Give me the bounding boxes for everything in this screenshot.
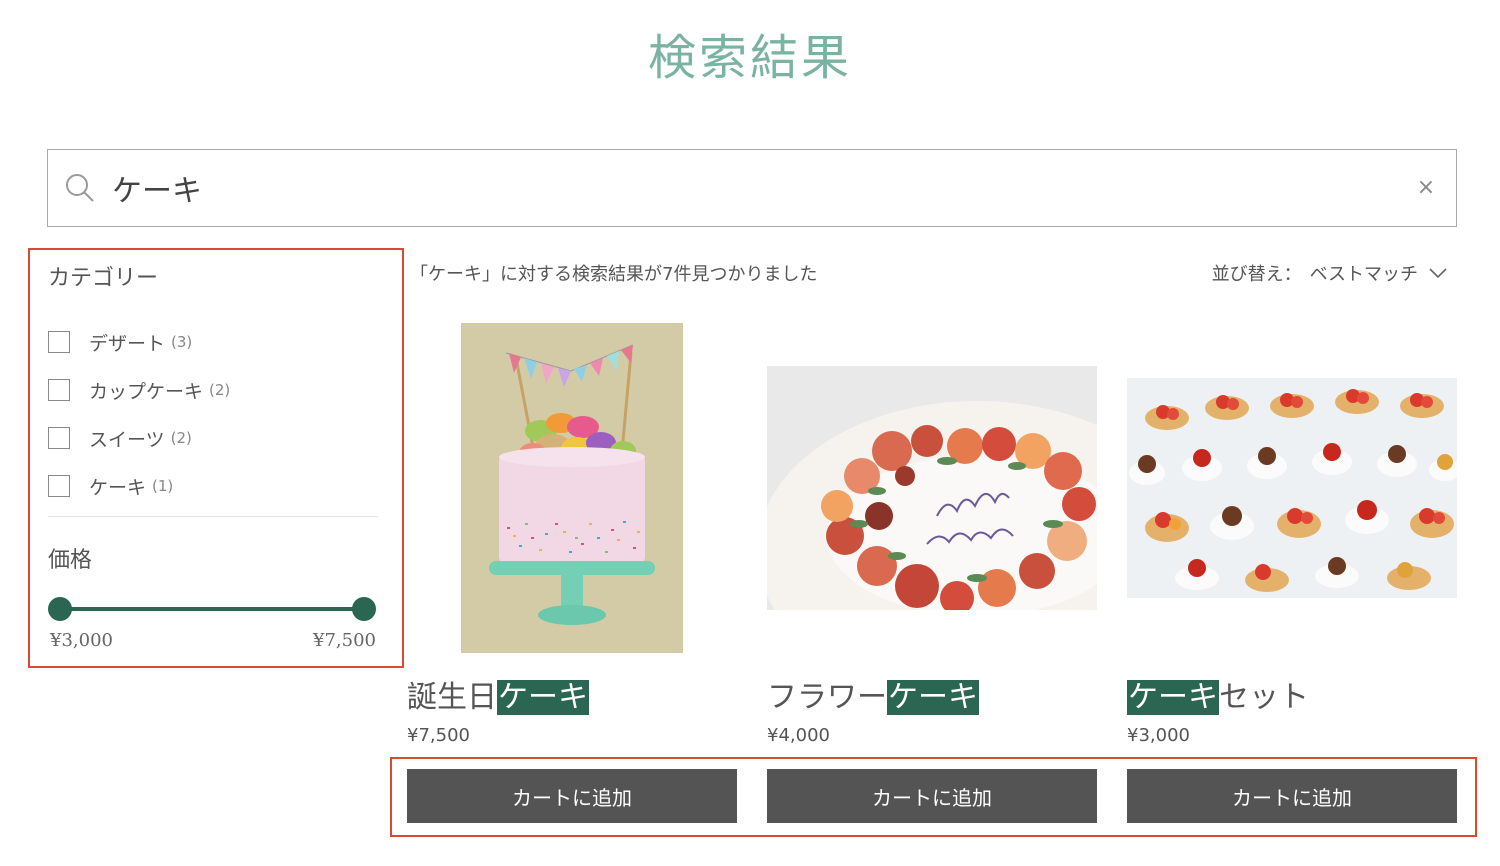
- category-count: (2): [170, 429, 192, 447]
- product-name-text: セット: [1219, 680, 1309, 715]
- price-slider-min-handle[interactable]: [48, 597, 72, 621]
- sort-value: ベストマッチ: [1309, 264, 1418, 285]
- product-name-text: フラワー: [767, 680, 887, 715]
- search-input[interactable]: [112, 164, 1392, 212]
- add-to-cart-button[interactable]: カートに追加: [1127, 769, 1457, 823]
- category-label: カップケーキ: [89, 380, 204, 403]
- chevron-down-icon: [1429, 268, 1447, 279]
- product-price: ¥3,000: [1127, 725, 1190, 746]
- category-count: (2): [209, 381, 231, 399]
- product-name-text: 誕生日: [407, 680, 497, 715]
- category-list: デザート (3) カップケーキ (2) スイーツ (2) ケーキ (1): [48, 318, 230, 510]
- product-image-cake-set[interactable]: [1127, 378, 1457, 598]
- price-max-label: ¥7,500: [313, 630, 376, 651]
- category-checkbox[interactable]: [48, 331, 70, 353]
- search-highlight: ケーキ: [887, 680, 979, 715]
- add-to-cart-button[interactable]: カートに追加: [767, 769, 1097, 823]
- sort-dropdown[interactable]: 並び替え： ベストマッチ: [1212, 260, 1448, 286]
- category-label: スイーツ: [89, 428, 165, 451]
- price-slider-max-handle[interactable]: [352, 597, 376, 621]
- product-name[interactable]: ケーキセット: [1127, 672, 1309, 716]
- category-count: (3): [171, 333, 193, 351]
- price-heading: 価格: [48, 548, 93, 573]
- category-label: デザート: [89, 332, 166, 355]
- price-slider-track[interactable]: [60, 607, 366, 611]
- results-summary: 「ケーキ」に対する検索結果が7件見つかりました: [410, 264, 818, 285]
- category-checkbox[interactable]: [48, 427, 70, 449]
- category-heading: カテゴリー: [48, 266, 159, 291]
- price-min-label: ¥3,000: [50, 630, 113, 651]
- product-price: ¥4,000: [767, 725, 830, 746]
- add-to-cart-button[interactable]: カートに追加: [407, 769, 737, 823]
- category-count: (1): [152, 477, 174, 495]
- product-name[interactable]: 誕生日ケーキ: [407, 672, 589, 716]
- search-highlight: ケーキ: [497, 680, 589, 715]
- page-title: 検索結果: [647, 30, 852, 86]
- category-label: ケーキ: [89, 476, 147, 499]
- product-name[interactable]: フラワーケーキ: [767, 672, 979, 716]
- product-image-birthday-cake[interactable]: [461, 323, 683, 653]
- category-item-dessert[interactable]: デザート (3): [48, 318, 230, 366]
- category-item-cake[interactable]: ケーキ (1): [48, 462, 230, 510]
- filter-divider: [48, 516, 378, 517]
- product-image-flower-cake[interactable]: [767, 366, 1097, 610]
- category-checkbox[interactable]: [48, 475, 70, 497]
- category-item-cupcake[interactable]: カップケーキ (2): [48, 366, 230, 414]
- category-checkbox[interactable]: [48, 379, 70, 401]
- filter-panel: カテゴリー デザート (3) カップケーキ (2) スイーツ (2) ケーキ (…: [28, 248, 404, 668]
- search-box: ×: [47, 149, 1457, 227]
- search-icon: [66, 174, 94, 202]
- search-highlight: ケーキ: [1127, 680, 1219, 715]
- clear-icon[interactable]: ×: [1416, 176, 1436, 200]
- category-item-sweets[interactable]: スイーツ (2): [48, 414, 230, 462]
- product-price: ¥7,500: [407, 725, 470, 746]
- sort-label: 並び替え：: [1211, 264, 1302, 285]
